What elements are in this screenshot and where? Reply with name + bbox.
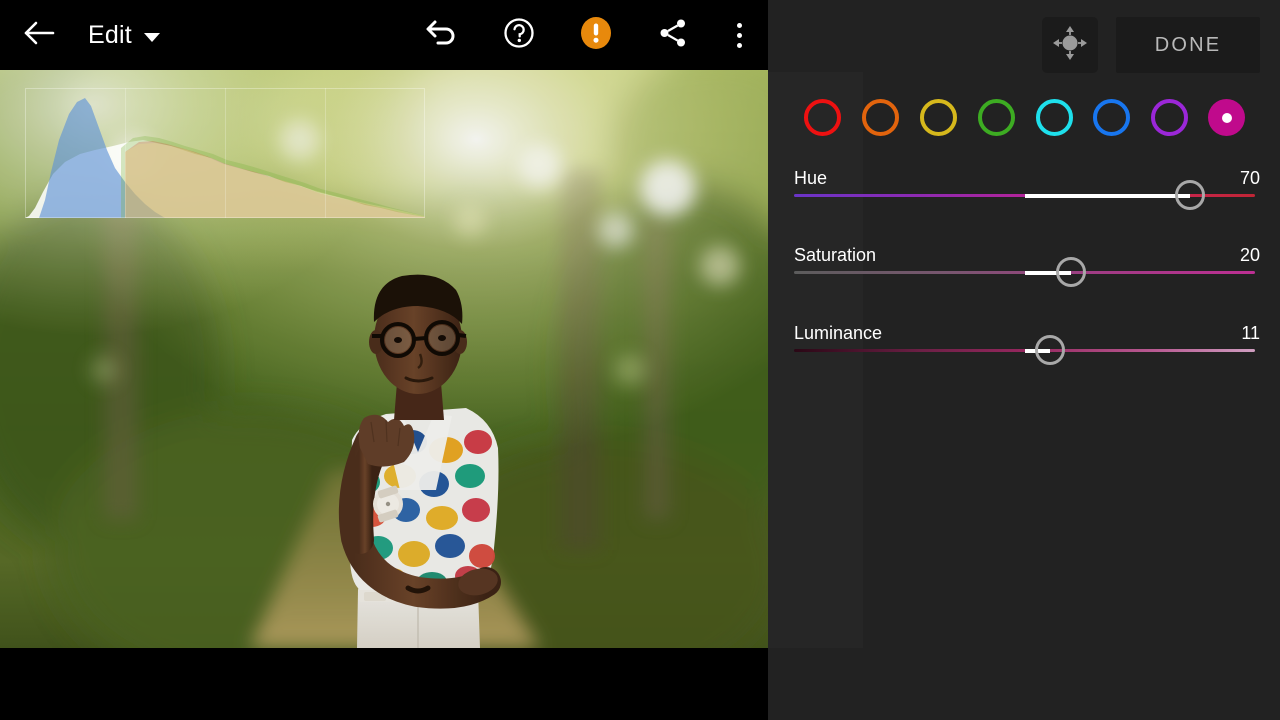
slider-saturation-thumb[interactable] [1055, 257, 1086, 287]
alert-button[interactable] [568, 0, 624, 70]
photo-workspace: Edit [0, 0, 768, 720]
move-pan-icon [1051, 24, 1089, 67]
swatch-selected-dot [1221, 112, 1232, 123]
help-circle-icon [503, 17, 535, 54]
alert-exclamation-icon [579, 16, 613, 55]
slider-hue-track-wrap[interactable] [794, 180, 1255, 210]
back-arrow-icon [23, 20, 55, 51]
slider-hue-fill [1024, 194, 1191, 198]
color-swatch-orange[interactable] [862, 99, 899, 136]
color-swatch-purple[interactable] [1151, 99, 1188, 136]
photo-editor-app: Edit DONE Hue 70 Saturation 20 Luminance… [0, 0, 1280, 720]
slider-saturation-track-wrap[interactable] [794, 257, 1255, 287]
done-label: DONE [1154, 33, 1222, 56]
panel-header: DONE [768, 0, 1280, 90]
slider-hue-thumb[interactable] [1175, 180, 1206, 210]
top-toolbar: Edit [0, 0, 768, 70]
color-swatch-yellow[interactable] [920, 99, 957, 136]
color-swatch-green[interactable] [978, 99, 1015, 136]
adjustment-panel: DONE Hue 70 Saturation 20 Luminance 11 [768, 0, 1280, 720]
slider-hue-value: 70 [1239, 168, 1260, 188]
slider-hue-label: Hue [794, 168, 828, 188]
slider-luminance-thumb[interactable] [1034, 335, 1065, 365]
back-button[interactable] [12, 0, 66, 70]
slider-luminance-label: Luminance [794, 323, 883, 343]
color-swatch-row [768, 99, 1280, 139]
color-swatch-blue[interactable] [1093, 99, 1130, 136]
slider-luminance-track-wrap[interactable] [794, 335, 1255, 365]
done-button[interactable]: DONE [1116, 17, 1260, 73]
help-button[interactable] [491, 0, 547, 70]
more-vertical-icon [736, 22, 742, 48]
chevron-down-icon [143, 32, 160, 42]
edit-mode-dropdown[interactable]: Edit [80, 0, 168, 70]
undo-button[interactable] [414, 0, 470, 70]
page-title: Edit [88, 20, 132, 49]
color-swatch-cyan[interactable] [1036, 99, 1073, 136]
more-button[interactable] [716, 0, 762, 70]
color-swatch-red[interactable] [804, 99, 841, 136]
share-button[interactable] [645, 0, 701, 70]
undo-icon [425, 18, 459, 53]
slider-saturation-label: Saturation [794, 245, 877, 265]
panel-highlight-band [768, 72, 863, 648]
pan-tool-button[interactable] [1042, 17, 1098, 73]
photo-canvas[interactable] [0, 70, 768, 648]
share-icon [658, 18, 688, 53]
slider-saturation-value: 20 [1239, 245, 1260, 265]
color-swatch-magenta[interactable] [1208, 99, 1245, 136]
slider-luminance-value: 11 [1241, 323, 1260, 343]
